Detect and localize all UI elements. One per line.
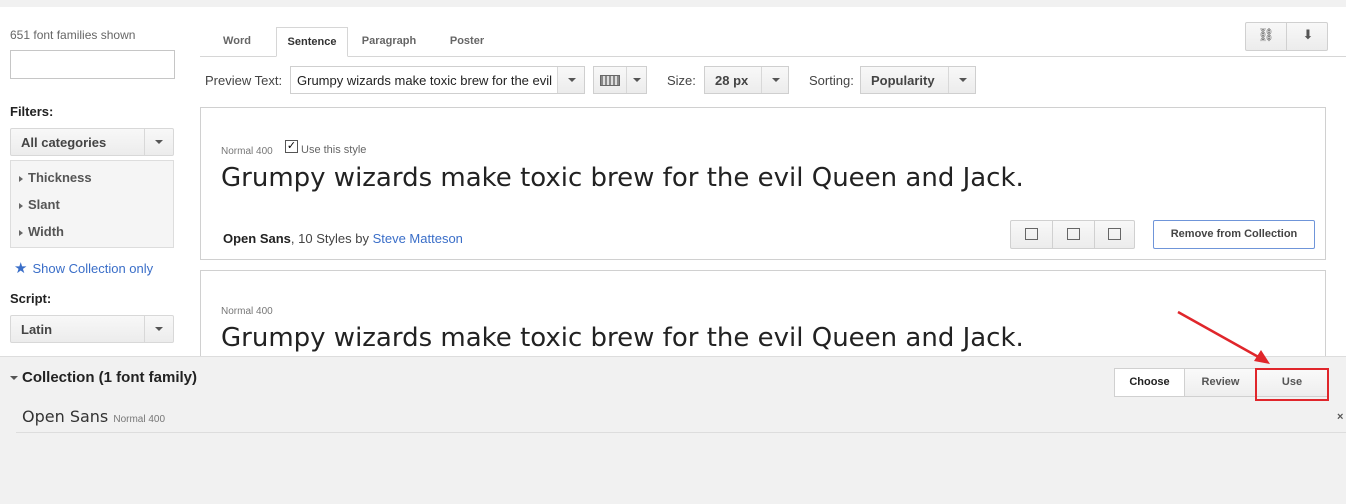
filters-label: Filters: [10, 104, 54, 119]
view-tabs: Word Sentence Paragraph Poster [200, 27, 1346, 57]
sorting-value: Popularity [871, 73, 935, 88]
script-label: Script: [10, 291, 52, 306]
size-value: 28 px [715, 73, 749, 88]
size-select[interactable]: 28 px [704, 66, 789, 94]
size-label: Size: [667, 73, 696, 88]
chevron-down-icon[interactable] [948, 67, 975, 93]
expand-arrow-icon [19, 229, 23, 236]
filter-slant[interactable]: Slant [19, 197, 60, 212]
sample-text: Grumpy wizards make toxic brew for the e… [221, 163, 1024, 193]
filter-thickness[interactable]: Thickness [19, 170, 92, 185]
tab-sentence[interactable]: Sentence [276, 27, 348, 57]
close-icon[interactable]: × [1337, 411, 1343, 423]
preview-text-label: Preview Text: [205, 73, 283, 88]
script-dropdown[interactable]: Latin [10, 315, 174, 343]
collection-tray: Collection (1 font family) Choose Review… [0, 356, 1346, 504]
font-count: 651 font families shown [10, 28, 136, 42]
expand-arrow-icon [19, 202, 23, 209]
use-style-label: Use this style [301, 144, 367, 156]
filter-width[interactable]: Width [19, 224, 64, 239]
sorting-select[interactable]: Popularity [860, 66, 976, 94]
annotation-arrow-icon [1177, 310, 1270, 364]
preview-text-select[interactable]: Grumpy wizards make toxic brew for the e… [290, 66, 585, 94]
chevron-down-icon[interactable] [144, 129, 173, 155]
chevron-down-icon[interactable] [626, 67, 646, 93]
script-value: Latin [21, 322, 53, 337]
chevron-down-icon[interactable] [761, 67, 788, 93]
tab-paragraph[interactable]: Paragraph [350, 27, 428, 57]
category-value: All categories [21, 135, 107, 150]
category-dropdown[interactable]: All categories [10, 128, 174, 156]
share-buttons: ⛓ ⬇ [1245, 22, 1328, 51]
top-strip [0, 0, 1346, 7]
tab-word[interactable]: Word [200, 27, 274, 57]
remove-from-collection-button[interactable]: Remove from Collection [1153, 220, 1315, 249]
divider [16, 432, 1346, 433]
pop-out-icon[interactable] [1025, 228, 1038, 240]
style-meta: Normal 400 [221, 146, 273, 157]
quick-use-icon[interactable] [1067, 228, 1080, 240]
download-icon[interactable]: ⬇ [1298, 27, 1318, 45]
style-meta: Normal 400 [221, 306, 273, 317]
author-link[interactable]: Steve Matteson [373, 231, 463, 246]
search-input[interactable] [10, 50, 175, 79]
preview-controls: Preview Text: Grumpy wizards make toxic … [200, 66, 1000, 96]
keyboard-icon [600, 75, 620, 86]
star-icon: ★ [14, 260, 28, 277]
chevron-down-icon[interactable] [144, 316, 173, 342]
chevron-down-icon[interactable] [557, 67, 584, 93]
sorting-label: Sorting: [809, 73, 854, 88]
font-card-open-sans: Normal 400 ✓ Use this style Grumpy wizar… [200, 107, 1326, 260]
filter-box: Thickness Slant Width [10, 160, 174, 248]
preview-text-value: Grumpy wizards make toxic brew for the e… [297, 73, 555, 88]
compare-icon[interactable] [1108, 228, 1121, 240]
collection-font-name: Open Sans [22, 407, 109, 426]
link-icon[interactable]: ⛓ [1256, 27, 1276, 45]
collapse-arrow-icon [10, 376, 18, 381]
font-byline: Open Sans, 10 Styles by Steve Matteson [223, 231, 463, 246]
sample-text: Grumpy wizards make toxic brew for the e… [221, 323, 1024, 353]
expand-arrow-icon [19, 175, 23, 182]
collection-font-item: Open Sans Normal 400 [22, 407, 165, 426]
tab-poster[interactable]: Poster [430, 27, 504, 57]
use-style-checkbox[interactable]: ✓ [285, 140, 298, 153]
collection-font-style: Normal 400 [113, 414, 166, 425]
card-action-buttons [1010, 220, 1135, 249]
collection-title[interactable]: Collection (1 font family) [10, 369, 197, 386]
font-name: Open Sans [223, 231, 291, 246]
show-collection-link[interactable]: ★ Show Collection only [14, 259, 153, 277]
keyboard-select[interactable] [593, 66, 647, 94]
font-card: Normal 400 Grumpy wizards make toxic bre… [200, 270, 1326, 360]
